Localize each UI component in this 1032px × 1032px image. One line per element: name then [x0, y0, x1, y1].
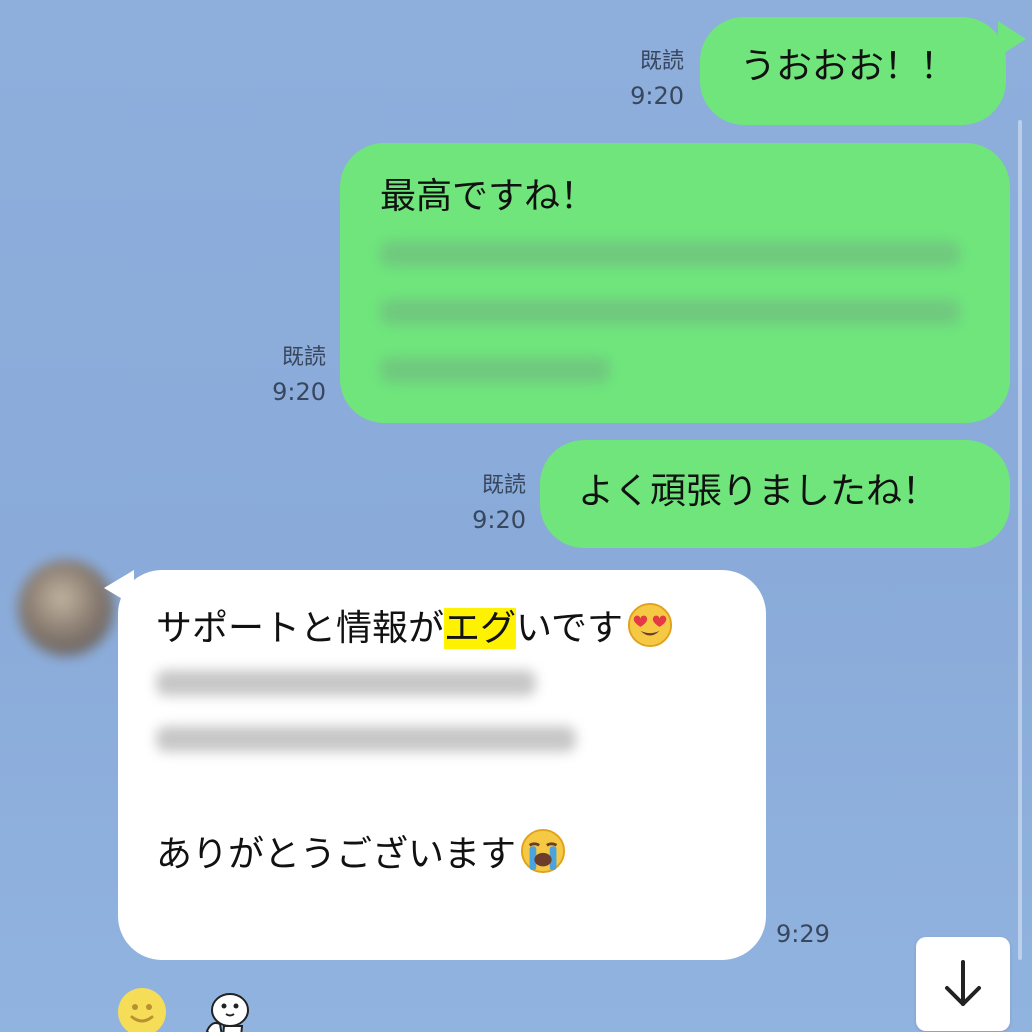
message-text: うおおお！！ [740, 46, 957, 87]
smile-icon [130, 1004, 154, 1023]
message-text: 最高ですね！ [380, 176, 597, 217]
blurred-text-line [380, 299, 960, 325]
message-time: 9:20 [472, 506, 526, 534]
scrollbar[interactable] [1018, 120, 1022, 960]
message-time: 9:29 [776, 920, 830, 948]
sticker-icon[interactable] [198, 986, 254, 1032]
loudly-crying-emoji-icon [520, 828, 566, 874]
message-meta-3: 既読 9:20 [462, 469, 526, 537]
sent-message-bubble-1[interactable]: うおおお！！ [700, 17, 1006, 125]
thanks-text: ありがとうございます [156, 834, 517, 875]
message-text-suffix: いです [516, 608, 623, 649]
bubble-tail [998, 21, 1026, 57]
message-line-thanks: ありがとうございます [156, 828, 566, 877]
highlighted-text: エグ [444, 608, 517, 649]
smile-reaction-icon[interactable] [118, 988, 166, 1032]
sender-avatar[interactable] [18, 560, 114, 656]
message-meta-1: 既読 9:20 [620, 45, 684, 113]
message-text-prefix: サポートと情報が [156, 608, 445, 649]
incoming-message-time: 9:29 [776, 917, 846, 951]
sent-message-bubble-2[interactable]: 最高ですね！ [340, 143, 1010, 423]
blurred-text-line [380, 241, 960, 267]
message-text: よく頑張りましたね！ [578, 471, 939, 512]
arrow-down-icon [945, 960, 981, 1006]
read-status: 既読 [481, 473, 526, 498]
received-message-bubble[interactable]: サポートと情報がエグいです ありがとうございます [118, 570, 766, 960]
message-meta-2: 既読 9:20 [262, 341, 326, 409]
read-status: 既読 [281, 345, 326, 370]
read-status: 既読 [639, 49, 684, 74]
message-time: 9:20 [630, 82, 684, 110]
scroll-to-bottom-button[interactable] [916, 937, 1010, 1031]
heart-eyes-emoji-icon [627, 602, 672, 648]
sent-message-bubble-3[interactable]: よく頑張りましたね！ [540, 440, 1010, 548]
sticker-face-icon [205, 993, 249, 1032]
blurred-text-line [380, 357, 610, 383]
blurred-text-line [156, 670, 536, 696]
chat-screen: 既読 9:20 うおおお！！ 既読 9:20 最高ですね！ 既読 9:20 よく… [0, 0, 1032, 1032]
blurred-text-line [156, 726, 576, 752]
message-line-1: サポートと情報がエグいです [156, 602, 673, 651]
message-time: 9:20 [272, 378, 326, 406]
